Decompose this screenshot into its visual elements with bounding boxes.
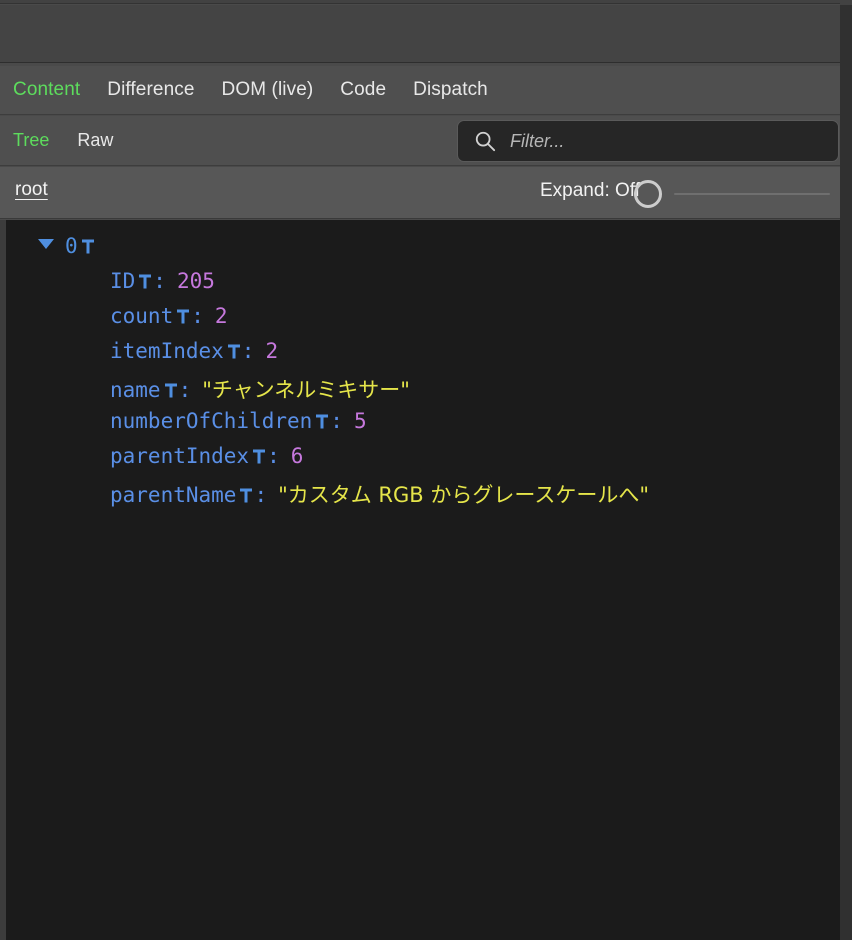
- breadcrumb-root[interactable]: root: [15, 179, 48, 201]
- property-key: count: [110, 304, 174, 328]
- top-empty-panel: [0, 5, 852, 63]
- property-colon: :: [330, 409, 343, 433]
- property-key: parentIndex: [110, 444, 250, 468]
- filter-field[interactable]: [457, 120, 839, 162]
- pin-icon[interactable]: [315, 411, 329, 429]
- property-value: 2: [265, 339, 279, 363]
- property-key: itemIndex: [110, 339, 224, 363]
- property-colon: :: [178, 378, 192, 402]
- property-key: parentName: [110, 483, 237, 507]
- property-colon: :: [241, 339, 255, 363]
- tree-row[interactable]: numberOfChildren : 5: [6, 409, 840, 444]
- pin-icon[interactable]: [239, 485, 253, 503]
- property-colon: :: [191, 304, 204, 328]
- tab-code[interactable]: Code: [340, 79, 386, 101]
- property-value: 6: [290, 444, 304, 468]
- inspector-window: Content Difference DOM (live) Code Dispa…: [0, 0, 852, 940]
- tab-content[interactable]: Content: [13, 79, 80, 101]
- tree-row[interactable]: count : 2: [6, 304, 840, 339]
- pin-icon[interactable]: [81, 236, 95, 254]
- tab-dispatch[interactable]: Dispatch: [413, 79, 488, 101]
- tab-dom-live[interactable]: DOM (live): [222, 79, 314, 101]
- subtab-tree[interactable]: Tree: [13, 130, 49, 151]
- property-value: "チャンネルミキサー": [202, 378, 410, 402]
- pin-icon[interactable]: [252, 446, 266, 464]
- expand-label: Expand: Off: [540, 180, 640, 201]
- main-tab-bar: Content Difference DOM (live) Code Dispa…: [0, 66, 852, 115]
- pin-icon[interactable]: [176, 306, 190, 324]
- property-colon: :: [267, 444, 280, 468]
- pin-icon[interactable]: [164, 380, 178, 398]
- tab-difference[interactable]: Difference: [107, 79, 194, 101]
- property-key: ID: [110, 269, 136, 293]
- property-value: 2: [214, 304, 228, 328]
- pin-icon[interactable]: [227, 341, 241, 359]
- property-colon: :: [254, 483, 268, 507]
- tree-row[interactable]: name : "チャンネルミキサー": [6, 374, 840, 409]
- chevron-down-icon[interactable]: [38, 239, 54, 249]
- tree-node-0[interactable]: 0: [6, 234, 840, 269]
- expand-slider[interactable]: [634, 178, 830, 210]
- pin-icon[interactable]: [138, 271, 152, 289]
- filter-input[interactable]: [510, 130, 810, 152]
- property-value: 205: [176, 269, 215, 293]
- expand-slider-track[interactable]: [674, 193, 830, 195]
- property-value: "カスタム RGB からグレースケールへ": [278, 483, 649, 507]
- tree-row[interactable]: ID : 205: [6, 269, 840, 304]
- property-key: name: [110, 378, 161, 402]
- property-colon: :: [153, 269, 166, 293]
- property-key: numberOfChildren: [110, 409, 313, 433]
- tree-row[interactable]: parentName : "カスタム RGB からグレースケールへ": [6, 479, 840, 514]
- right-rail: [840, 0, 852, 940]
- window-top-divider: [0, 0, 852, 4]
- tree-content-panel: 0 ID : 205 count : 2 itemIndex: 2 name …: [6, 220, 840, 940]
- tree-row[interactable]: itemIndex : 2: [6, 339, 840, 374]
- subtab-raw[interactable]: Raw: [77, 130, 113, 151]
- expand-slider-knob[interactable]: [634, 180, 662, 208]
- search-icon: [475, 131, 496, 152]
- property-value: 5: [353, 409, 367, 433]
- tree-node-index: 0: [65, 234, 78, 258]
- right-rail-top-cap: [840, 0, 852, 5]
- tree-row[interactable]: parentIndex : 6: [6, 444, 840, 479]
